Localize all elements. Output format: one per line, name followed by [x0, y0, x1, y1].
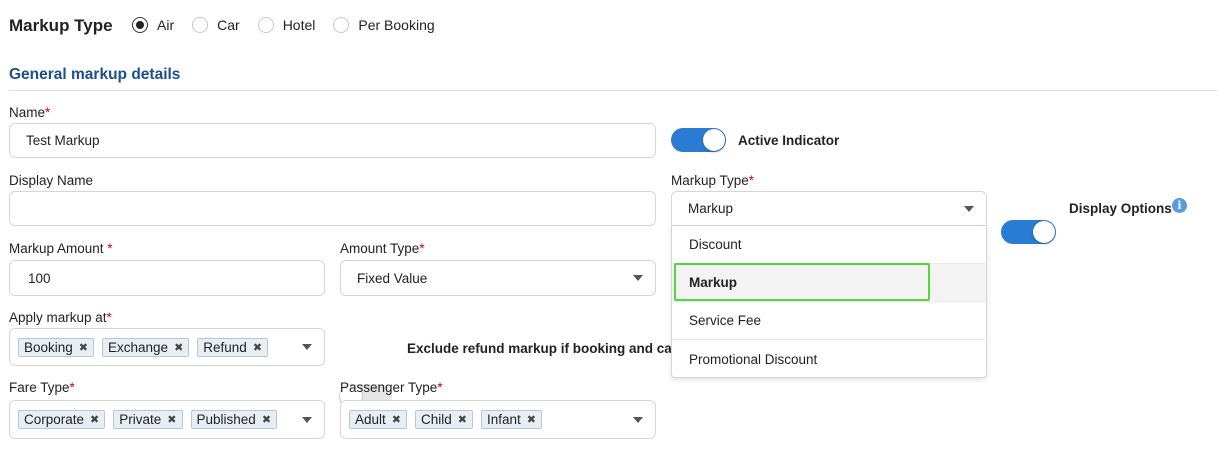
radio-button-icon[interactable] [132, 17, 148, 33]
radio-per-booking[interactable]: Per Booking [333, 17, 435, 33]
markup-type-label: Markup Type* [671, 173, 755, 188]
tag-remove-icon[interactable]: ✖ [262, 413, 271, 426]
fare-type-label: Fare Type* [9, 380, 75, 395]
tag-adult: Adult ✖ [349, 410, 407, 429]
tag-remove-icon[interactable]: ✖ [79, 341, 88, 354]
tag-remove-icon[interactable]: ✖ [458, 413, 467, 426]
active-indicator-toggle[interactable] [671, 128, 726, 152]
tag-remove-icon[interactable]: ✖ [174, 341, 183, 354]
toggle-knob [1033, 221, 1055, 243]
select-value: Markup [688, 201, 734, 216]
radio-hotel[interactable]: Hotel [257, 17, 316, 33]
section-divider [9, 90, 1217, 91]
radio-label: Car [217, 17, 240, 33]
toggle-knob [703, 129, 725, 151]
tag-list: Corporate ✖ Private ✖ Published ✖ [18, 401, 285, 438]
markup-amount-input[interactable]: 100 [9, 260, 325, 296]
radio-button-icon[interactable] [333, 17, 350, 33]
radio-label: Per Booking [358, 17, 435, 33]
tag-list: Booking ✖ Exchange ✖ Refund ✖ [18, 329, 276, 365]
radio-label: Hotel [282, 17, 316, 33]
exclude-refund-label: Exclude refund markup if booking and can [407, 341, 671, 356]
tag-booking: Booking ✖ [18, 337, 95, 357]
chevron-down-icon[interactable] [964, 205, 974, 212]
tag-remove-icon[interactable]: ✖ [90, 413, 99, 426]
tag-remove-icon[interactable]: ✖ [253, 341, 262, 354]
tag-corporate: Corporate ✖ [18, 410, 106, 429]
dropdown-option-promotional-discount[interactable]: Promotional Discount [672, 340, 986, 378]
amount-type-select[interactable]: Fixed Value [340, 260, 656, 296]
radio-button-icon[interactable] [257, 17, 274, 33]
markup-amount-label: Markup Amount * [9, 241, 113, 256]
fare-type-multiselect[interactable]: Corporate ✖ Private ✖ Published ✖ [9, 400, 325, 439]
tag-infant: Infant ✖ [480, 410, 542, 429]
radio-car[interactable]: Car [192, 17, 240, 33]
display-options-toggle[interactable] [1001, 220, 1056, 244]
markup-type-select[interactable]: Markup [671, 191, 987, 226]
display-options-label: Display Options [1069, 201, 1172, 216]
apply-markup-at-multiselect[interactable]: Booking ✖ Exchange ✖ Refund ✖ [9, 328, 325, 366]
section-title: General markup details [9, 66, 181, 83]
select-value: Fixed Value [357, 270, 428, 286]
chevron-down-icon[interactable] [633, 416, 643, 423]
tag-list: Adult ✖ Child ✖ Infant ✖ [349, 401, 550, 438]
radio-label: Air [157, 17, 175, 33]
selection-highlight-box [674, 263, 930, 301]
apply-markup-at-label: Apply markup at* [9, 310, 112, 325]
radio-air[interactable]: Air [132, 17, 174, 33]
passenger-type-label: Passenger Type* [340, 380, 443, 395]
chevron-down-icon[interactable] [302, 344, 312, 350]
amount-type-label: Amount Type* [340, 241, 425, 256]
tag-published: Published ✖ [190, 410, 278, 429]
tag-exchange: Exchange ✖ [102, 337, 190, 357]
tag-refund: Refund ✖ [197, 337, 269, 357]
markup-type-dropdown-menu: Discount Markup Service Fee Promotional … [671, 226, 987, 378]
markup-type-heading: Markup Type [9, 16, 113, 35]
markup-type-radio-group: Air Car Hotel Per Booking [132, 17, 453, 33]
tag-remove-icon[interactable]: ✖ [527, 413, 536, 426]
tag-remove-icon[interactable]: ✖ [392, 413, 401, 426]
tag-remove-icon[interactable]: ✖ [167, 413, 176, 426]
chevron-down-icon[interactable] [302, 416, 312, 423]
display-name-label: Display Name [9, 173, 94, 188]
dropdown-option-discount[interactable]: Discount [672, 226, 986, 264]
radio-button-icon[interactable] [192, 17, 209, 33]
tag-private: Private ✖ [113, 410, 183, 429]
display-name-input[interactable] [9, 191, 656, 226]
tag-child: Child ✖ [415, 410, 473, 429]
name-label: Name* [9, 105, 51, 120]
passenger-type-multiselect[interactable]: Adult ✖ Child ✖ Infant ✖ [340, 400, 656, 439]
info-icon[interactable]: i [1172, 198, 1187, 213]
active-indicator-label: Active Indicator [738, 133, 840, 148]
name-input[interactable]: Test Markup [9, 123, 656, 158]
chevron-down-icon[interactable] [633, 275, 643, 281]
dropdown-option-service-fee[interactable]: Service Fee [672, 302, 986, 340]
